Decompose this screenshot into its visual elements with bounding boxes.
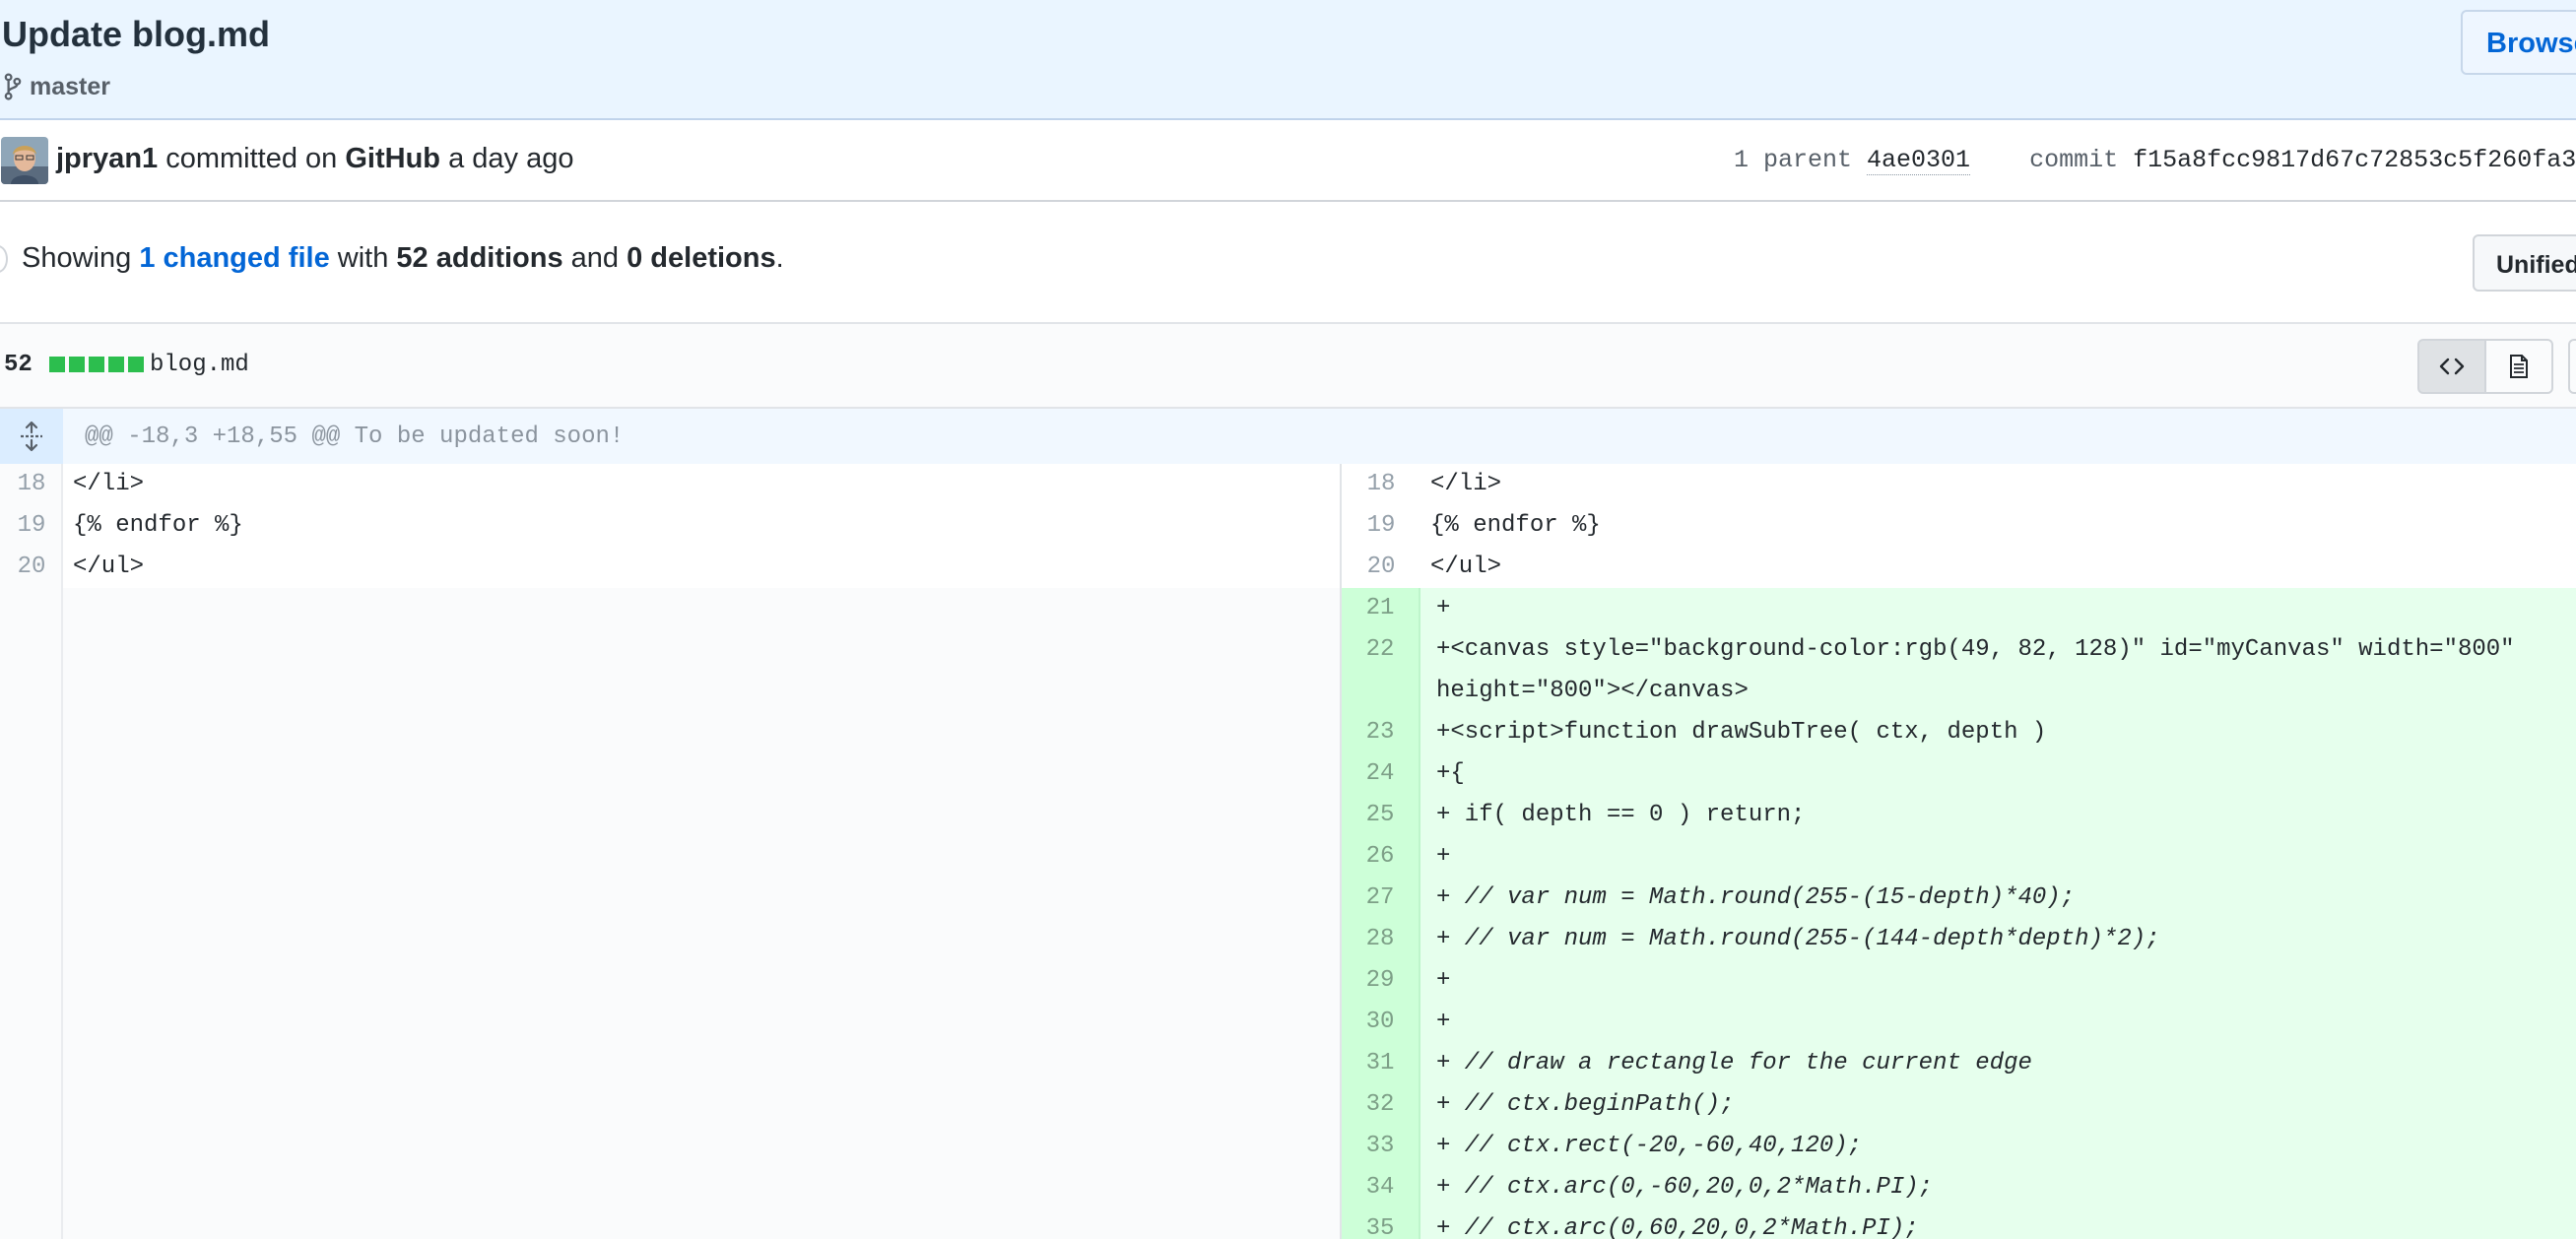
added-line-number[interactable]: 30 xyxy=(1342,1002,1420,1043)
added-code-line: + xyxy=(1436,967,1451,994)
toc-toggle-icon[interactable] xyxy=(0,245,8,273)
right-line-number[interactable]: 19 xyxy=(1342,505,1420,547)
added-code-line: + // var num = Math.round(255-(15-depth)… xyxy=(1436,884,2076,911)
rich-diff-button[interactable] xyxy=(2484,339,2553,394)
added-line-number[interactable]: 25 xyxy=(1342,795,1420,836)
left-empty-area xyxy=(63,588,1340,1239)
commit-meta: jpryan1 committed on GitHub a day ago 1 … xyxy=(0,120,2576,202)
added-code-line: + xyxy=(1436,843,1451,870)
added-code-line: + // ctx.arc(0,60,20,0,2*Math.PI); xyxy=(1436,1215,1919,1239)
left-code-line: </ul> xyxy=(73,554,145,580)
period-text: . xyxy=(775,242,784,274)
diff-summary: Showing 1 changed file with 52 additions… xyxy=(22,242,784,275)
code-icon xyxy=(2439,358,2465,375)
author-link[interactable]: jpryan1 xyxy=(56,143,158,174)
added-line-number[interactable]: 23 xyxy=(1342,712,1420,753)
left-line-number[interactable]: 19 xyxy=(0,505,63,547)
unified-view-button[interactable]: Unified xyxy=(2473,234,2576,292)
left-code-line: {% endfor %} xyxy=(73,512,243,539)
added-code-line: + // draw a rectangle for the current ed… xyxy=(1436,1050,2032,1076)
file-view-toggle xyxy=(2417,339,2553,394)
added-line-number[interactable]: 35 xyxy=(1342,1208,1420,1239)
right-code-line: {% endfor %} xyxy=(1430,512,1601,539)
changed-files-link[interactable]: 1 changed file xyxy=(139,242,329,274)
added-code-line: +<canvas style="background-color:rgb(49,… xyxy=(1436,636,2515,663)
added-line-number[interactable]: 21 xyxy=(1342,588,1420,629)
browse-files-button[interactable]: Browse files xyxy=(2461,10,2576,75)
added-line-row xyxy=(1342,1002,2576,1043)
added-line-row xyxy=(1342,588,2576,629)
added-code-line: + xyxy=(1436,1009,1451,1035)
added-line-number[interactable]: 26 xyxy=(1342,836,1420,878)
split-diff: 18 </li> 18 </li> 19 {% endfor %} 19 {% end… xyxy=(0,464,2576,1239)
added-code-line: + // var num = Math.round(255-(144-depth… xyxy=(1436,926,2160,952)
added-line-number[interactable]: 29 xyxy=(1342,960,1420,1002)
added-line-number[interactable]: 31 xyxy=(1342,1043,1420,1084)
branch-name: master xyxy=(30,72,110,100)
added-code-line: + // ctx.beginPath(); xyxy=(1436,1091,1735,1118)
commit-label: commit xyxy=(2029,146,2119,174)
relative-time: a day ago xyxy=(448,143,574,174)
hunk-header-text: @@ -18,3 +18,55 @@ To be updated soon! xyxy=(85,424,625,450)
added-line-row xyxy=(1342,960,2576,1002)
committed-on-text: committed on xyxy=(165,143,338,174)
showing-text: Showing xyxy=(22,242,132,274)
added-code-continuation: height="800"></canvas> xyxy=(1436,678,1749,704)
expand-hunk-button[interactable] xyxy=(0,409,63,464)
file-text-icon xyxy=(2510,355,2528,378)
and-text: and xyxy=(570,242,620,274)
added-code-line: +{ xyxy=(1436,760,1465,787)
with-text: with xyxy=(337,242,389,274)
right-line-number[interactable]: 20 xyxy=(1342,547,1420,588)
added-code-line: +<script>function drawSubTree( ctx, dept… xyxy=(1436,719,2047,746)
additions-count: 52 additions xyxy=(396,242,563,274)
diff-summary-bar: Showing 1 changed file with 52 additions… xyxy=(0,202,2576,324)
deletions-count: 0 deletions xyxy=(627,242,776,274)
added-code-line: + xyxy=(1436,595,1451,621)
file-header: 52 blog.md xyxy=(0,324,2576,409)
diffstat-bar xyxy=(49,357,144,372)
added-code-line: + // ctx.rect(-20,-60,40,120); xyxy=(1436,1133,1863,1159)
avatar[interactable] xyxy=(1,137,48,184)
file-name-link[interactable]: blog.md xyxy=(150,352,249,378)
added-line-number[interactable]: 27 xyxy=(1342,878,1420,919)
author-line: jpryan1 committed on GitHub a day ago xyxy=(56,143,573,175)
added-line-number[interactable]: 34 xyxy=(1342,1167,1420,1208)
right-code-line: </li> xyxy=(1430,471,1502,497)
commit-sha: f15a8fcc9817d67c72853c5f260fa33e2 xyxy=(2133,146,2576,174)
added-code-line: + // ctx.arc(0,-60,20,0,2*Math.PI); xyxy=(1436,1174,1934,1201)
left-line-number[interactable]: 20 xyxy=(0,547,63,588)
added-line-number[interactable]: 28 xyxy=(1342,919,1420,960)
added-line-number[interactable]: 22 xyxy=(1342,629,1420,712)
hunk-header-row: @@ -18,3 +18,55 @@ To be updated soon! xyxy=(0,409,2576,464)
right-line-number[interactable]: 18 xyxy=(1342,464,1420,505)
added-line-number[interactable]: 24 xyxy=(1342,753,1420,795)
file-actions-button[interactable] xyxy=(2568,339,2576,394)
added-code-line: + if( depth == 0 ) return; xyxy=(1436,802,1806,828)
unfold-icon xyxy=(21,421,42,452)
commit-header: Update blog.md master Browse files xyxy=(0,0,2576,120)
git-branch-icon xyxy=(4,73,22,100)
commit-title: Update blog.md xyxy=(2,14,270,54)
commit-sha-block: 1 parent 4ae0301 commit f15a8fcc9817d67c… xyxy=(1734,146,2576,175)
right-code-line: </ul> xyxy=(1430,554,1502,580)
branch-label[interactable]: master xyxy=(2,69,110,104)
added-line-number[interactable]: 32 xyxy=(1342,1084,1420,1126)
added-line-row xyxy=(1342,753,2576,795)
file-change-count: 52 xyxy=(4,352,33,378)
platform-name: GitHub xyxy=(345,143,441,174)
parent-count: 1 parent xyxy=(1734,146,1853,174)
parent-sha-link[interactable]: 4ae0301 xyxy=(1867,146,1971,175)
added-line-row xyxy=(1342,836,2576,878)
left-line-number[interactable]: 18 xyxy=(0,464,63,505)
left-code-line: </li> xyxy=(73,471,145,497)
source-view-button[interactable] xyxy=(2417,339,2486,394)
added-line-number[interactable]: 33 xyxy=(1342,1126,1420,1167)
